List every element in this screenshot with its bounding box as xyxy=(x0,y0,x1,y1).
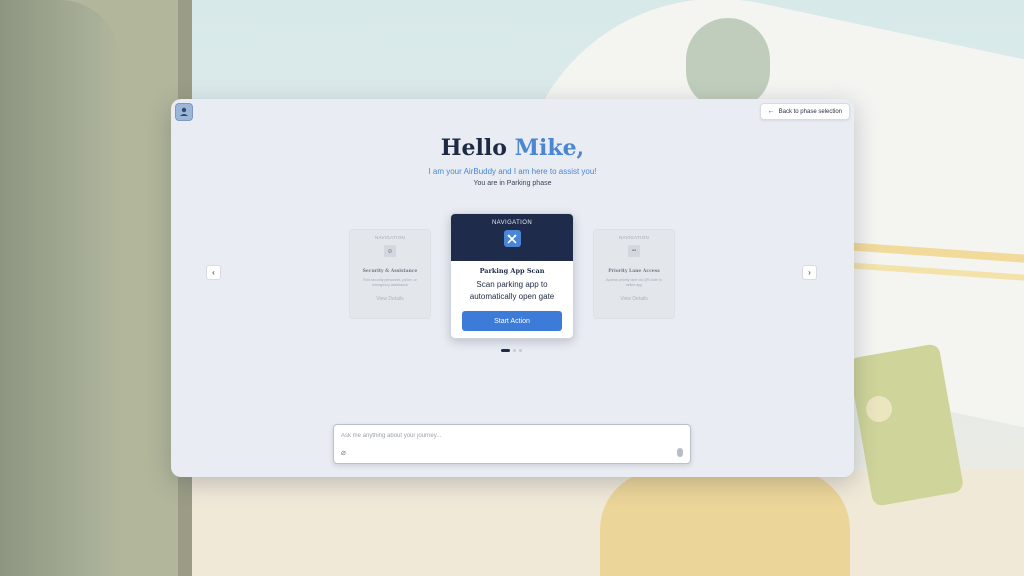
carousel-dot[interactable] xyxy=(513,349,516,352)
airbuddy-logo-icon[interactable] xyxy=(175,103,193,121)
action-card-priority-lane[interactable]: NAVIGATION ▪▪ Priority Lane Access Acces… xyxy=(593,229,675,319)
tools-icon xyxy=(503,230,521,247)
card-description: Access priority lane via QR code in airl… xyxy=(606,278,662,287)
card-title: Priority Lane Access xyxy=(608,269,660,274)
card-category: NAVIGATION xyxy=(618,235,650,240)
back-button-label: Back to phase selection xyxy=(778,108,842,115)
back-to-phase-selection-button[interactable]: ← Back to phase selection xyxy=(759,103,850,120)
chevron-right-icon: › xyxy=(808,268,811,277)
ask-anything-input[interactable] xyxy=(341,431,671,441)
assistant-intro: I am your AirBuddy and I am here to assi… xyxy=(428,167,597,176)
chat-input-box: ⌀ xyxy=(333,424,691,464)
greeting-prefix: Hello xyxy=(440,135,507,161)
qr-icon: ▪▪ xyxy=(628,245,640,257)
carousel-prev-button[interactable]: ‹ xyxy=(206,265,221,280)
paperclip-icon[interactable]: ⌀ xyxy=(341,448,346,457)
action-card-parking-app-scan[interactable]: NAVIGATION Parking App Scan Scan parking… xyxy=(450,213,574,339)
card-description: Scan parking app to automatically open g… xyxy=(469,280,555,301)
current-phase-text: You are in Parking phase xyxy=(473,180,552,187)
chevron-left-icon: ‹ xyxy=(212,268,215,277)
greeting-title: Hello Mike, xyxy=(171,135,854,161)
carousel-next-button[interactable]: › xyxy=(802,265,817,280)
action-card-security[interactable]: NAVIGATION ⊘ Security & Assistance Find … xyxy=(349,229,431,319)
card-title: Security & Assistance xyxy=(362,269,418,274)
card-category: NAVIGATION xyxy=(374,235,406,240)
card-header: NAVIGATION xyxy=(451,214,573,261)
carousel-dot[interactable] xyxy=(519,349,522,352)
card-category: NAVIGATION xyxy=(491,220,533,226)
view-details-link[interactable]: View Details xyxy=(350,296,430,302)
assistant-dialog: ← Back to phase selection Hello Mike, I … xyxy=(171,99,854,477)
user-name: Mike, xyxy=(514,135,585,161)
view-details-link[interactable]: View Details xyxy=(594,296,674,302)
microphone-icon[interactable] xyxy=(677,448,683,457)
carousel-pagination xyxy=(501,349,522,352)
airbuddy-logo-graphic xyxy=(180,107,188,116)
card-description: Find security personnel, police, or emer… xyxy=(363,278,417,287)
card-title: Parking App Scan xyxy=(479,267,545,275)
carousel-dot-active[interactable] xyxy=(501,349,510,352)
arrow-left-icon: ← xyxy=(767,108,775,115)
tools-icon-graphic xyxy=(507,234,517,243)
compass-icon: ⊘ xyxy=(384,245,396,257)
start-action-button[interactable]: Start Action xyxy=(462,311,562,331)
